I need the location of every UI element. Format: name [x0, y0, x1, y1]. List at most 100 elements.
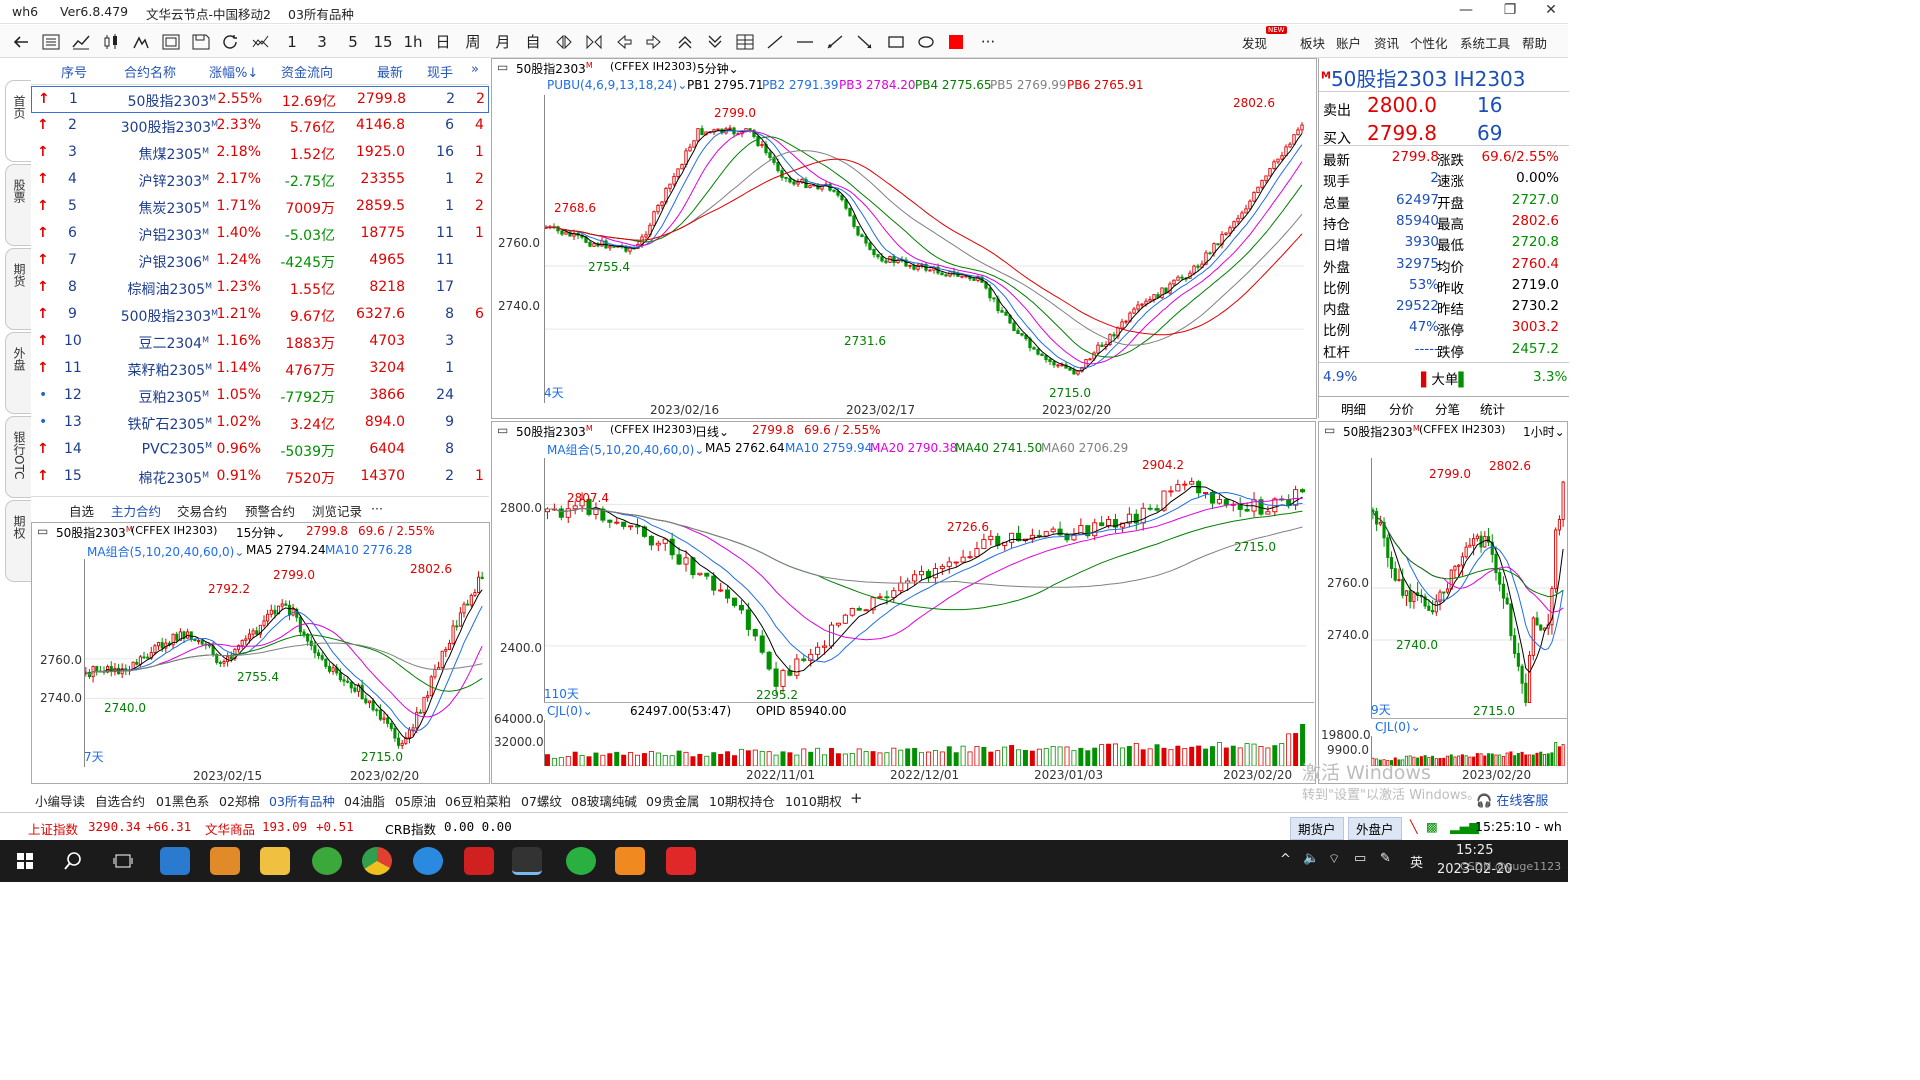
chart-5min-period-select[interactable]: 5分钟⌄ — [697, 60, 739, 77]
tab-detail[interactable]: 明细 — [1341, 399, 1366, 418]
col-no[interactable]: 序号 — [61, 62, 87, 81]
ime-indicator[interactable]: 英 — [1410, 852, 1423, 871]
ws-tab[interactable]: 08玻璃纯碱 — [571, 791, 637, 810]
period-15min[interactable]: 15 — [371, 31, 395, 53]
qtab-more[interactable]: ··· — [371, 501, 383, 516]
pubu-selector[interactable]: PUBU(4,6,9,13,18,24)⌄ — [547, 78, 687, 92]
ws-tab[interactable]: 04油脂 — [344, 791, 385, 810]
chart-1h-canvas[interactable] — [1371, 458, 1565, 718]
chart-daily-canvas[interactable] — [544, 458, 1306, 702]
quote-row[interactable]: ↑ 6 沪铝2303M 1.40% -5.03亿 18775 11 1 — [31, 221, 489, 248]
chart-app-icon[interactable] — [464, 847, 494, 875]
col-volume[interactable]: 现手 — [427, 62, 453, 81]
ws-tab[interactable]: 自选合约 — [95, 791, 145, 810]
quote-row[interactable]: ↑ 8 棕榈油2305M 1.23% 1.55亿 8218 17 — [31, 275, 489, 302]
add-tab-button[interactable]: + — [850, 789, 863, 807]
qtab-trade-contracts[interactable]: 交易合约 — [177, 501, 227, 520]
qtab-main-contracts[interactable]: 主力合约 — [111, 501, 161, 520]
tab-futures[interactable]: 期货 — [5, 248, 31, 330]
col-flow[interactable]: 资金流向 — [281, 62, 333, 81]
chrome-app-icon[interactable] — [362, 847, 392, 875]
chart-5min-canvas[interactable] — [544, 95, 1304, 403]
zoom-out-icon[interactable] — [582, 31, 606, 53]
qtab-history[interactable]: 浏览记录 — [312, 501, 362, 520]
ws-tab-active[interactable]: 03所有品种 — [269, 791, 335, 810]
list-icon[interactable] — [39, 31, 63, 53]
menu-news[interactable]: 资讯 — [1374, 33, 1399, 52]
tab-price-dist[interactable]: 分价 — [1389, 399, 1414, 418]
ws-tab[interactable]: 02郑棉 — [219, 791, 260, 810]
volume-icon[interactable]: 🔈 — [1303, 851, 1319, 866]
ws-tab[interactable]: 10期权持仓 — [709, 791, 775, 810]
tab-options[interactable]: 期权 — [5, 500, 31, 582]
layout-icon[interactable] — [733, 31, 757, 53]
quote-row[interactable]: ↑ 1 50股指2303M 2.55% 12.69亿 2799.8 2 2 — [31, 86, 489, 113]
more-icon[interactable]: ··· — [976, 31, 1000, 53]
ws-tab[interactable]: 05原油 — [395, 791, 436, 810]
chart-15min-canvas[interactable] — [84, 559, 484, 767]
foreign-account-button[interactable]: 外盘户 — [1348, 817, 1402, 840]
left-icon[interactable] — [612, 31, 636, 53]
menu-tools[interactable]: 系统工具 — [1460, 33, 1510, 52]
search-icon[interactable] — [58, 847, 88, 875]
quote-row[interactable]: ↑ 2 300股指2303M 2.33% 5.76亿 4146.8 6 4 — [31, 113, 489, 140]
chart-1h-period-select[interactable]: 1小时⌄ — [1523, 423, 1565, 440]
quote-row[interactable]: • 13 铁矿石2305M 1.02% 3.24亿 894.0 9 — [31, 410, 489, 437]
menu-sector[interactable]: 板块 — [1300, 33, 1325, 52]
bid-price[interactable]: 2799.8 — [1367, 121, 1437, 145]
qtab-watchlist[interactable]: 自选 — [69, 501, 94, 520]
layout-icon[interactable]: ▭ — [37, 524, 48, 538]
quote-row[interactable]: ↑ 4 沪锌2303M 2.17% -2.75亿 23355 1 2 — [31, 167, 489, 194]
quote-row[interactable]: ↑ 15 棉花2305M 0.91% 7520万 14370 2 1 — [31, 464, 489, 491]
up-icon[interactable] — [673, 31, 697, 53]
ws-tab[interactable]: 小编导读 — [35, 791, 85, 810]
crb-label[interactable]: CRB指数 — [385, 819, 436, 838]
zoom-in-icon[interactable] — [552, 31, 576, 53]
video-app-icon[interactable] — [615, 847, 645, 875]
quote-row[interactable]: ↑ 5 焦炭2305M 1.71% 7009万 2859.5 1 2 — [31, 194, 489, 221]
ws-tab[interactable]: 09贵金属 — [646, 791, 699, 810]
quote-row[interactable]: ↑ 9 500股指2303M 1.21% 9.67亿 6327.6 8 6 — [31, 302, 489, 329]
minimize-button[interactable]: — — [1456, 2, 1476, 22]
sh-index-label[interactable]: 上证指数 — [28, 819, 78, 838]
tray-chevron-icon[interactable]: ^ — [1280, 852, 1291, 867]
right-icon[interactable] — [642, 31, 666, 53]
f10-icon[interactable] — [159, 31, 183, 53]
tab-stats[interactable]: 统计 — [1480, 399, 1505, 418]
layout-icon[interactable]: ▭ — [497, 423, 508, 437]
wechat-app-icon[interactable] — [566, 847, 596, 875]
menu-help[interactable]: 帮助 — [1522, 33, 1547, 52]
qtab-alert-contracts[interactable]: 预警合约 — [245, 501, 295, 520]
period-3min[interactable]: 3 — [310, 31, 334, 53]
volume-canvas[interactable] — [544, 720, 1306, 766]
chart-15min-period-select[interactable]: 15分钟⌄ — [236, 524, 285, 541]
quote-row[interactable]: ↑ 10 豆二2304M 1.16% 1883万 4703 3 — [31, 329, 489, 356]
ma-selector[interactable]: MA组合(5,10,20,40,60,0)⌄ — [547, 441, 704, 458]
rect-icon[interactable] — [884, 31, 908, 53]
menu-discover[interactable]: 发现 — [1242, 33, 1267, 52]
segment-icon[interactable] — [853, 31, 877, 53]
signal-icon[interactable] — [129, 31, 153, 53]
ray-icon[interactable] — [823, 31, 847, 53]
quote-row[interactable]: ↑ 7 沪银2306M 1.24% -4245万 4965 11 — [31, 248, 489, 275]
back-icon[interactable] — [9, 31, 33, 53]
wh-commodity-label[interactable]: 文华商品 — [205, 819, 255, 838]
tab-ticks[interactable]: 分笔 — [1435, 399, 1460, 418]
hline-icon[interactable] — [793, 31, 817, 53]
period-1min[interactable]: 1 — [280, 31, 304, 53]
draw-line-icon[interactable] — [763, 31, 787, 53]
period-custom[interactable]: 自 — [521, 31, 545, 53]
tab-home[interactable]: 首页 — [5, 80, 31, 162]
period-month[interactable]: 月 — [491, 31, 515, 53]
paint-app-icon[interactable] — [210, 847, 240, 875]
quote-row[interactable]: ↑ 14 PVC2305M 0.96% -5039万 6404 8 — [31, 437, 489, 464]
cjl-selector[interactable]: CJL(0)⌄ — [547, 704, 593, 718]
ellipse-icon[interactable] — [914, 31, 938, 53]
cjl-selector[interactable]: CJL(0)⌄ — [1375, 720, 1421, 734]
quote-row[interactable]: ↑ 3 焦煤2305M 2.18% 1.52亿 1925.0 16 1 — [31, 140, 489, 167]
tab-foreign[interactable]: 外盘 — [5, 332, 31, 414]
taskview-icon[interactable] — [108, 847, 138, 875]
period-1h[interactable]: 1h — [401, 31, 425, 53]
ask-price[interactable]: 2800.0 — [1367, 93, 1437, 117]
col-change[interactable]: 涨幅%↓ — [209, 62, 258, 81]
